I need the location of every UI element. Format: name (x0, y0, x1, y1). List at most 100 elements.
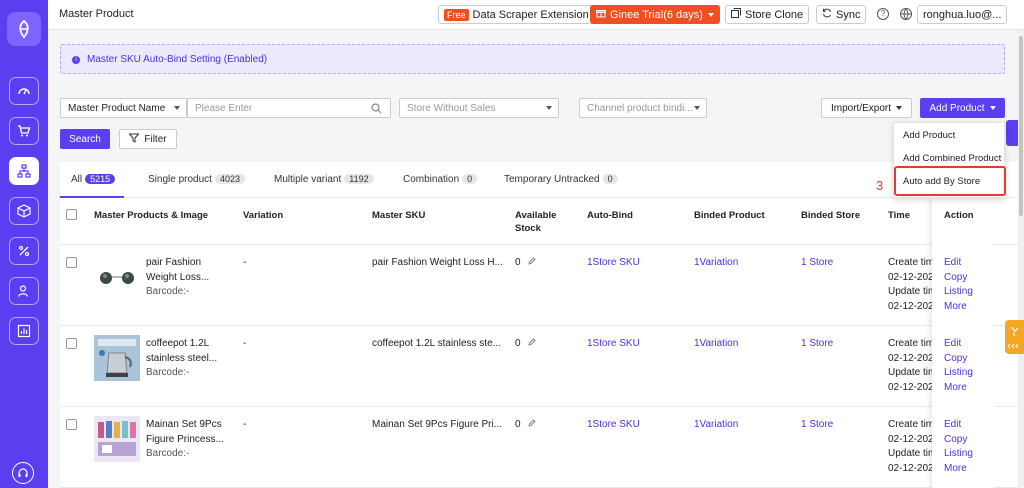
support-headset-icon[interactable] (12, 462, 34, 484)
menu-item-add-product[interactable]: Add Product (903, 130, 955, 141)
product-thumbnail[interactable] (94, 254, 140, 300)
chevron-down-icon (694, 106, 700, 110)
search-input[interactable]: Please Enter (187, 98, 391, 118)
create-time-label: Create tim (888, 257, 935, 268)
channel-select-value: Channel product bindi... (587, 102, 693, 114)
row-checkbox[interactable] (66, 419, 77, 430)
store-clone-button[interactable]: Store Clone (725, 5, 810, 24)
tab-combination[interactable]: Combination 0 (403, 174, 478, 185)
dashboard-icon[interactable] (9, 77, 39, 105)
cart-icon[interactable] (9, 117, 39, 145)
sidebar (0, 0, 48, 488)
divider (60, 325, 1020, 326)
tab-multiple-variant[interactable]: Multiple variant 1192 (274, 174, 374, 185)
edit-link[interactable]: Edit (944, 337, 994, 352)
banner-text[interactable]: Master SKU Auto-Bind Setting (Enabled) (87, 54, 267, 65)
floating-helper-tab[interactable] (1005, 320, 1024, 354)
tab-temporary-untracked[interactable]: Temporary Untracked 0 (504, 174, 618, 185)
edit-link[interactable]: Edit (944, 256, 994, 271)
report-icon[interactable] (9, 317, 39, 345)
edit-pencil-icon[interactable] (528, 338, 536, 349)
update-time-value: 02-12-202 (888, 381, 934, 393)
update-time-label: Update tim (888, 448, 937, 459)
stock-number: 0 (515, 257, 521, 268)
menu-item-add-combined-product[interactable]: Add Combined Product (903, 153, 1001, 164)
product-name-line1: pair Fashion (146, 257, 202, 268)
binded-store-link[interactable]: 1 Store (801, 337, 833, 352)
tab-count: 0 (462, 174, 478, 184)
add-product-button[interactable]: Add Product (920, 98, 1005, 118)
edit-pencil-icon[interactable] (528, 419, 536, 430)
row-checkbox[interactable] (66, 338, 77, 349)
chevron-down-icon (546, 106, 552, 110)
search-field-select[interactable]: Master Product Name (60, 98, 187, 118)
tab-single-product[interactable]: Single product 4023 (148, 174, 245, 185)
customers-icon[interactable] (9, 277, 39, 305)
product-barcode: Barcode:- (146, 367, 190, 378)
filter-button[interactable]: Filter (119, 129, 177, 149)
product-thumbnail[interactable] (94, 416, 140, 462)
auto-bind-link[interactable]: 1Store SKU (587, 337, 640, 352)
product-name-line1: Mainan Set 9Pcs (146, 419, 222, 430)
percent-icon[interactable] (9, 237, 39, 265)
variation-value: - (243, 257, 247, 268)
search-button[interactable]: Search (60, 129, 110, 149)
ginee-logo-icon[interactable] (7, 12, 41, 46)
more-link[interactable]: More (944, 381, 994, 396)
stock-number: 0 (515, 338, 521, 349)
copy-listing-link[interactable]: Copy Listing (944, 433, 994, 462)
user-menu-button[interactable]: ronghua.luo@... (917, 5, 1008, 24)
edit-pencil-icon[interactable] (528, 257, 536, 268)
update-time-value: 02-12-202 (888, 300, 934, 312)
col-header-time: Time (888, 210, 911, 221)
copy-listing-link[interactable]: Copy Listing (944, 271, 994, 300)
auto-bind-link[interactable]: 1Store SKU (587, 418, 640, 433)
binded-product-link[interactable]: 1Variation (694, 418, 738, 433)
select-all-checkbox[interactable] (66, 209, 77, 220)
binded-product-link[interactable]: 1Variation (694, 337, 738, 352)
filter-icon (128, 133, 140, 146)
tab-all[interactable]: All 5215 (71, 174, 116, 185)
globe-icon[interactable] (900, 8, 912, 20)
search-button-label: Search (69, 133, 101, 145)
product-name[interactable]: pair Fashion Weight Loss... Barcode:- (146, 256, 209, 300)
binded-product-link[interactable]: 1Variation (694, 256, 738, 271)
time-cell: Create tim 02-12-202 Update tim 02-12-20… (888, 256, 936, 314)
row-actions: Edit Copy Listing More (944, 337, 994, 395)
master-sku: pair Fashion Weight Loss H... (372, 257, 503, 268)
box-icon[interactable] (9, 197, 39, 225)
master-sku: coffeepot 1.2L stainless ste... (372, 338, 501, 349)
scrollbar-thumb[interactable] (1019, 36, 1023, 216)
more-link[interactable]: More (944, 300, 994, 315)
copy-listing-link[interactable]: Copy Listing (944, 352, 994, 381)
user-email: ronghua.luo@... (923, 8, 1002, 21)
product-name[interactable]: Mainan Set 9Pcs Figure Princess... Barco… (146, 418, 224, 462)
product-thumbnail[interactable] (94, 335, 140, 381)
chevron-down-icon (989, 106, 996, 110)
ginee-trial-button[interactable]: Ginee Trial(6 days) (590, 5, 720, 24)
info-icon: i (72, 56, 80, 64)
product-name[interactable]: coffeepot 1.2L stainless steel... Barcod… (146, 337, 217, 381)
col-header-stock: Available Stock (515, 209, 556, 235)
search-placeholder: Please Enter (195, 102, 253, 114)
stock-value: 0 (515, 256, 536, 271)
edit-link[interactable]: Edit (944, 418, 994, 433)
data-scraper-label: Data Scraper Extension (472, 8, 589, 21)
tab-count: 0 (602, 174, 618, 184)
more-link[interactable]: More (944, 462, 994, 477)
sync-button[interactable]: Sync (816, 5, 867, 24)
import-export-button[interactable]: Import/Export (821, 98, 912, 118)
create-time-label: Create tim (888, 338, 935, 349)
store-without-sales-select[interactable]: Store Without Sales (399, 98, 559, 118)
product-barcode: Barcode:- (146, 286, 190, 297)
row-checkbox[interactable] (66, 257, 77, 268)
tab-label: Temporary Untracked (504, 174, 600, 185)
product-tree-icon[interactable] (9, 157, 39, 185)
binded-store-link[interactable]: 1 Store (801, 256, 833, 271)
binded-store-link[interactable]: 1 Store (801, 418, 833, 433)
store-clone-label: Store Clone (745, 8, 804, 21)
channel-binding-select[interactable]: Channel product bindi... (579, 98, 707, 118)
data-scraper-button[interactable]: Free Data Scraper Extension (438, 5, 595, 24)
help-icon[interactable]: ? (877, 8, 889, 20)
auto-bind-link[interactable]: 1Store SKU (587, 256, 640, 271)
